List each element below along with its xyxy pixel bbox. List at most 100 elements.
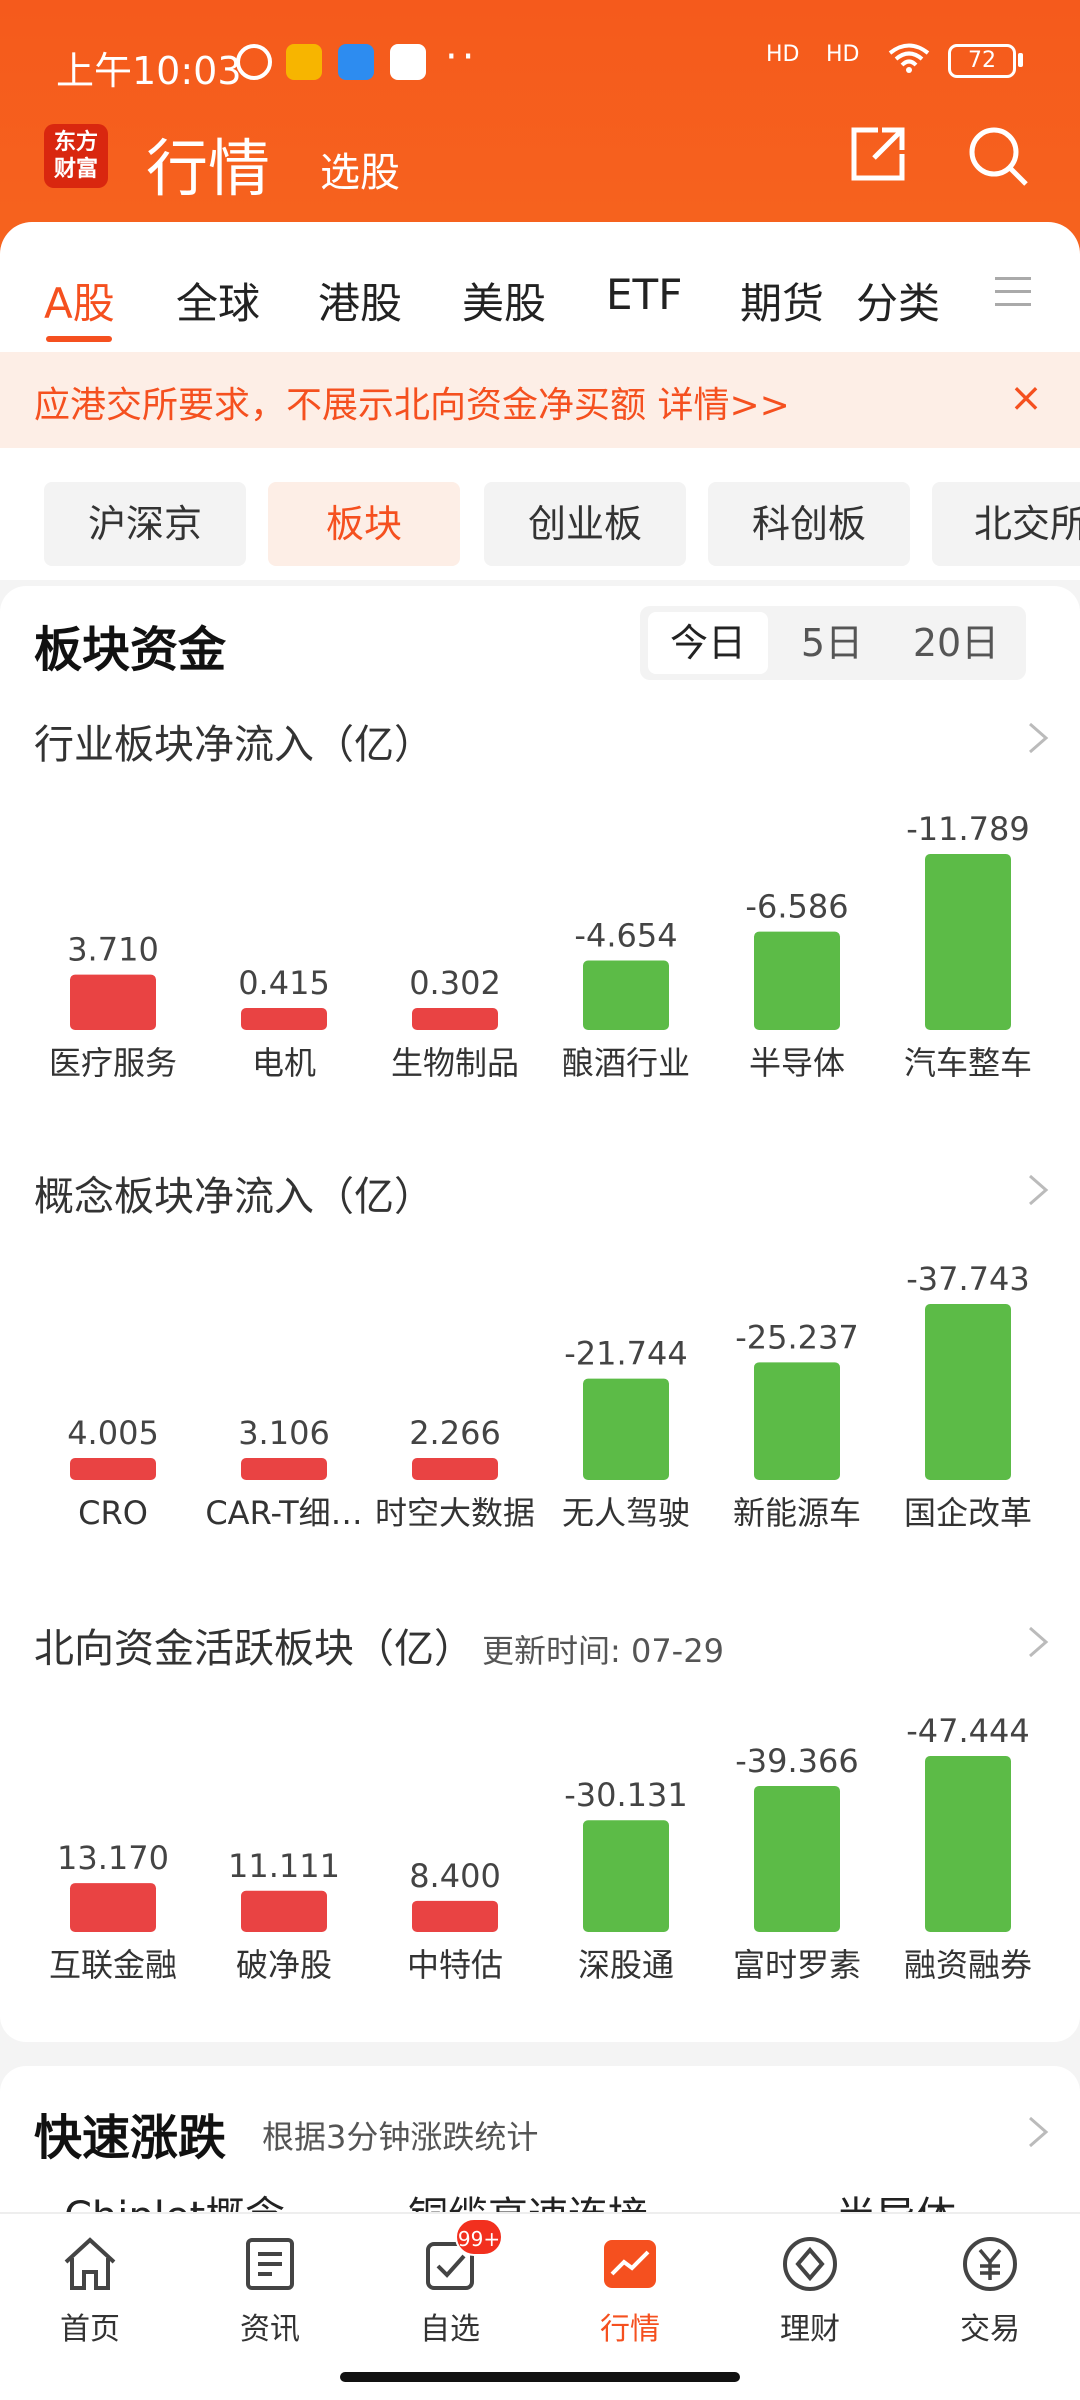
bar-category-label[interactable]: 半导体 [749,1044,845,1082]
subtab-chinext[interactable]: 创业板 [484,482,686,566]
tab-category[interactable]: 分类 [856,270,940,331]
chevron-right-icon[interactable] [1026,2114,1050,2150]
bar-category-label[interactable]: 融资融券 [904,1946,1032,1984]
nav-label: 自选 [420,2312,480,2347]
subtab-star-market[interactable]: 科创板 [708,482,910,566]
period-20d[interactable]: 20日 [896,612,1016,674]
bar-category-label[interactable]: CAR-T细… [205,1494,362,1532]
bar-5[interactable] [925,1304,1011,1480]
tab-global[interactable]: 全球 [176,270,260,331]
subtab-sectors[interactable]: 板块 [268,482,460,566]
bar-category-label[interactable]: 时空大数据 [375,1494,535,1532]
nav-label: 交易 [960,2312,1020,2347]
bar-value-label: -11.789 [906,810,1030,848]
concept-flow-title[interactable]: 概念板块净流入（亿） [34,1164,434,1222]
wealth-icon [783,2237,837,2291]
bar-1[interactable] [241,1458,327,1480]
bar-category-label[interactable]: 深股通 [578,1946,674,1984]
sub-tabs: 沪深京 板块 创业板 科创板 北交所 [0,448,1080,580]
bar-1[interactable] [241,1890,327,1932]
bar-0[interactable] [70,974,156,1030]
bar-1[interactable] [241,1008,327,1030]
subtab-bse[interactable]: 北交所 [932,482,1080,566]
market-chart-icon [604,2240,656,2288]
sector-fund-title: 板块资金 [34,622,227,678]
search-icon[interactable] [966,124,1030,188]
bar-2[interactable] [412,1008,498,1030]
chevron-right-icon[interactable] [1026,1624,1050,1660]
nav-market[interactable]: 行情 [560,2234,700,2348]
notice-text[interactable]: 应港交所要求，不展示北向资金净买额 详情>> [34,376,790,428]
bar-2[interactable] [412,1458,498,1480]
tab-us-stocks[interactable]: 美股 [462,270,546,331]
bar-value-label: -37.743 [906,1260,1030,1298]
bar-category-label[interactable]: CRO [78,1494,148,1532]
nav-home[interactable]: 首页 [20,2234,160,2348]
notification-badge: 99+ [455,2218,503,2256]
quick-move-subtitle: 根据3分钟涨跌统计 [262,2118,539,2156]
chevron-right-icon[interactable] [1026,1172,1050,1208]
bar-value-label: 2.266 [409,1414,501,1452]
concept-flow-chart: 4.005 CRO 3.106 CAR-T细… 2.266 时空大数据 -21.744 无人驾… [67,1260,1032,1532]
nav-news[interactable]: 资讯 [200,2234,340,2348]
bar-category-label[interactable]: 互联金融 [49,1946,177,1984]
stock-picker-tab[interactable]: 选股 [320,140,400,198]
nav-trade[interactable]: 交易 [920,2234,1060,2348]
period-today[interactable]: 今日 [648,612,768,674]
page-title[interactable]: 行情 [146,118,270,208]
bar-3[interactable] [583,960,669,1030]
nav-watchlist[interactable]: 自选 [380,2234,520,2348]
bar-category-label[interactable]: 医疗服务 [49,1044,177,1082]
tab-etf[interactable]: ETF [606,270,682,319]
bar-category-label[interactable]: 电机 [252,1044,316,1082]
home-indicator[interactable] [340,2372,740,2382]
signal-icon: HD [766,42,800,67]
subtab-sh-sz-bj[interactable]: 沪深京 [44,482,246,566]
bar-category-label[interactable]: 生物制品 [391,1044,519,1082]
bar-value-label: -4.654 [574,917,677,955]
northbound-flow-title[interactable]: 北向资金活跃板块（亿） 更新时间: 07-29 [34,1616,724,1674]
bar-0[interactable] [70,1458,156,1480]
bar-3[interactable] [583,1378,669,1480]
bar-category-label[interactable]: 国企改革 [904,1494,1032,1532]
bar-category-label[interactable]: 酿酒行业 [562,1044,690,1082]
chevron-right-icon[interactable] [1026,720,1050,756]
industry-flow-title[interactable]: 行业板块净流入（亿） [34,712,434,770]
nav-wealth[interactable]: 理财 [740,2234,880,2348]
bar-category-label[interactable]: 汽车整车 [904,1044,1032,1082]
close-icon[interactable]: × [1008,378,1044,418]
bar-category-label[interactable]: 中特估 [407,1946,503,1984]
bar-0[interactable] [70,1883,156,1932]
tab-futures[interactable]: 期货 [740,270,824,331]
bar-5[interactable] [925,1756,1011,1932]
bar-category-label[interactable]: 富时罗素 [733,1946,861,1984]
more-notifications-icon: ·· [445,34,479,80]
bar-4[interactable] [754,931,840,1030]
bar-category-label[interactable]: 破净股 [236,1946,332,1984]
bar-4[interactable] [754,1362,840,1480]
menu-icon[interactable] [995,275,1031,309]
bar-value-label: 4.005 [67,1414,159,1452]
status-bar: 上午10:03 ·· HD HD 72 [0,30,1080,94]
bar-2[interactable] [412,1900,498,1932]
active-tab-indicator [46,336,112,342]
bar-category-label[interactable]: 新能源车 [733,1494,861,1532]
share-icon[interactable] [848,124,908,184]
notice-bar[interactable]: 应港交所要求，不展示北向资金净买额 详情>> × [0,352,1080,448]
app-logo: 东方 财富 [44,124,108,188]
wifi-icon [888,43,930,73]
bar-3[interactable] [583,1820,669,1932]
nav-label: 资讯 [240,2312,300,2347]
bar-4[interactable] [754,1785,840,1932]
tab-a-shares[interactable]: A股 [44,270,115,331]
message-app-icon [338,44,374,80]
tab-hk-stocks[interactable]: 港股 [318,270,402,331]
bar-5[interactable] [925,854,1011,1030]
bar-value-label: 0.415 [238,964,330,1002]
bar-category-label[interactable]: 无人驾驶 [562,1494,690,1532]
home-icon [64,2237,116,2290]
battery-cap [1018,53,1023,67]
period-5d[interactable]: 5日 [772,612,892,674]
calendar-app-icon [390,44,426,80]
bar-value-label: -30.131 [564,1776,688,1814]
